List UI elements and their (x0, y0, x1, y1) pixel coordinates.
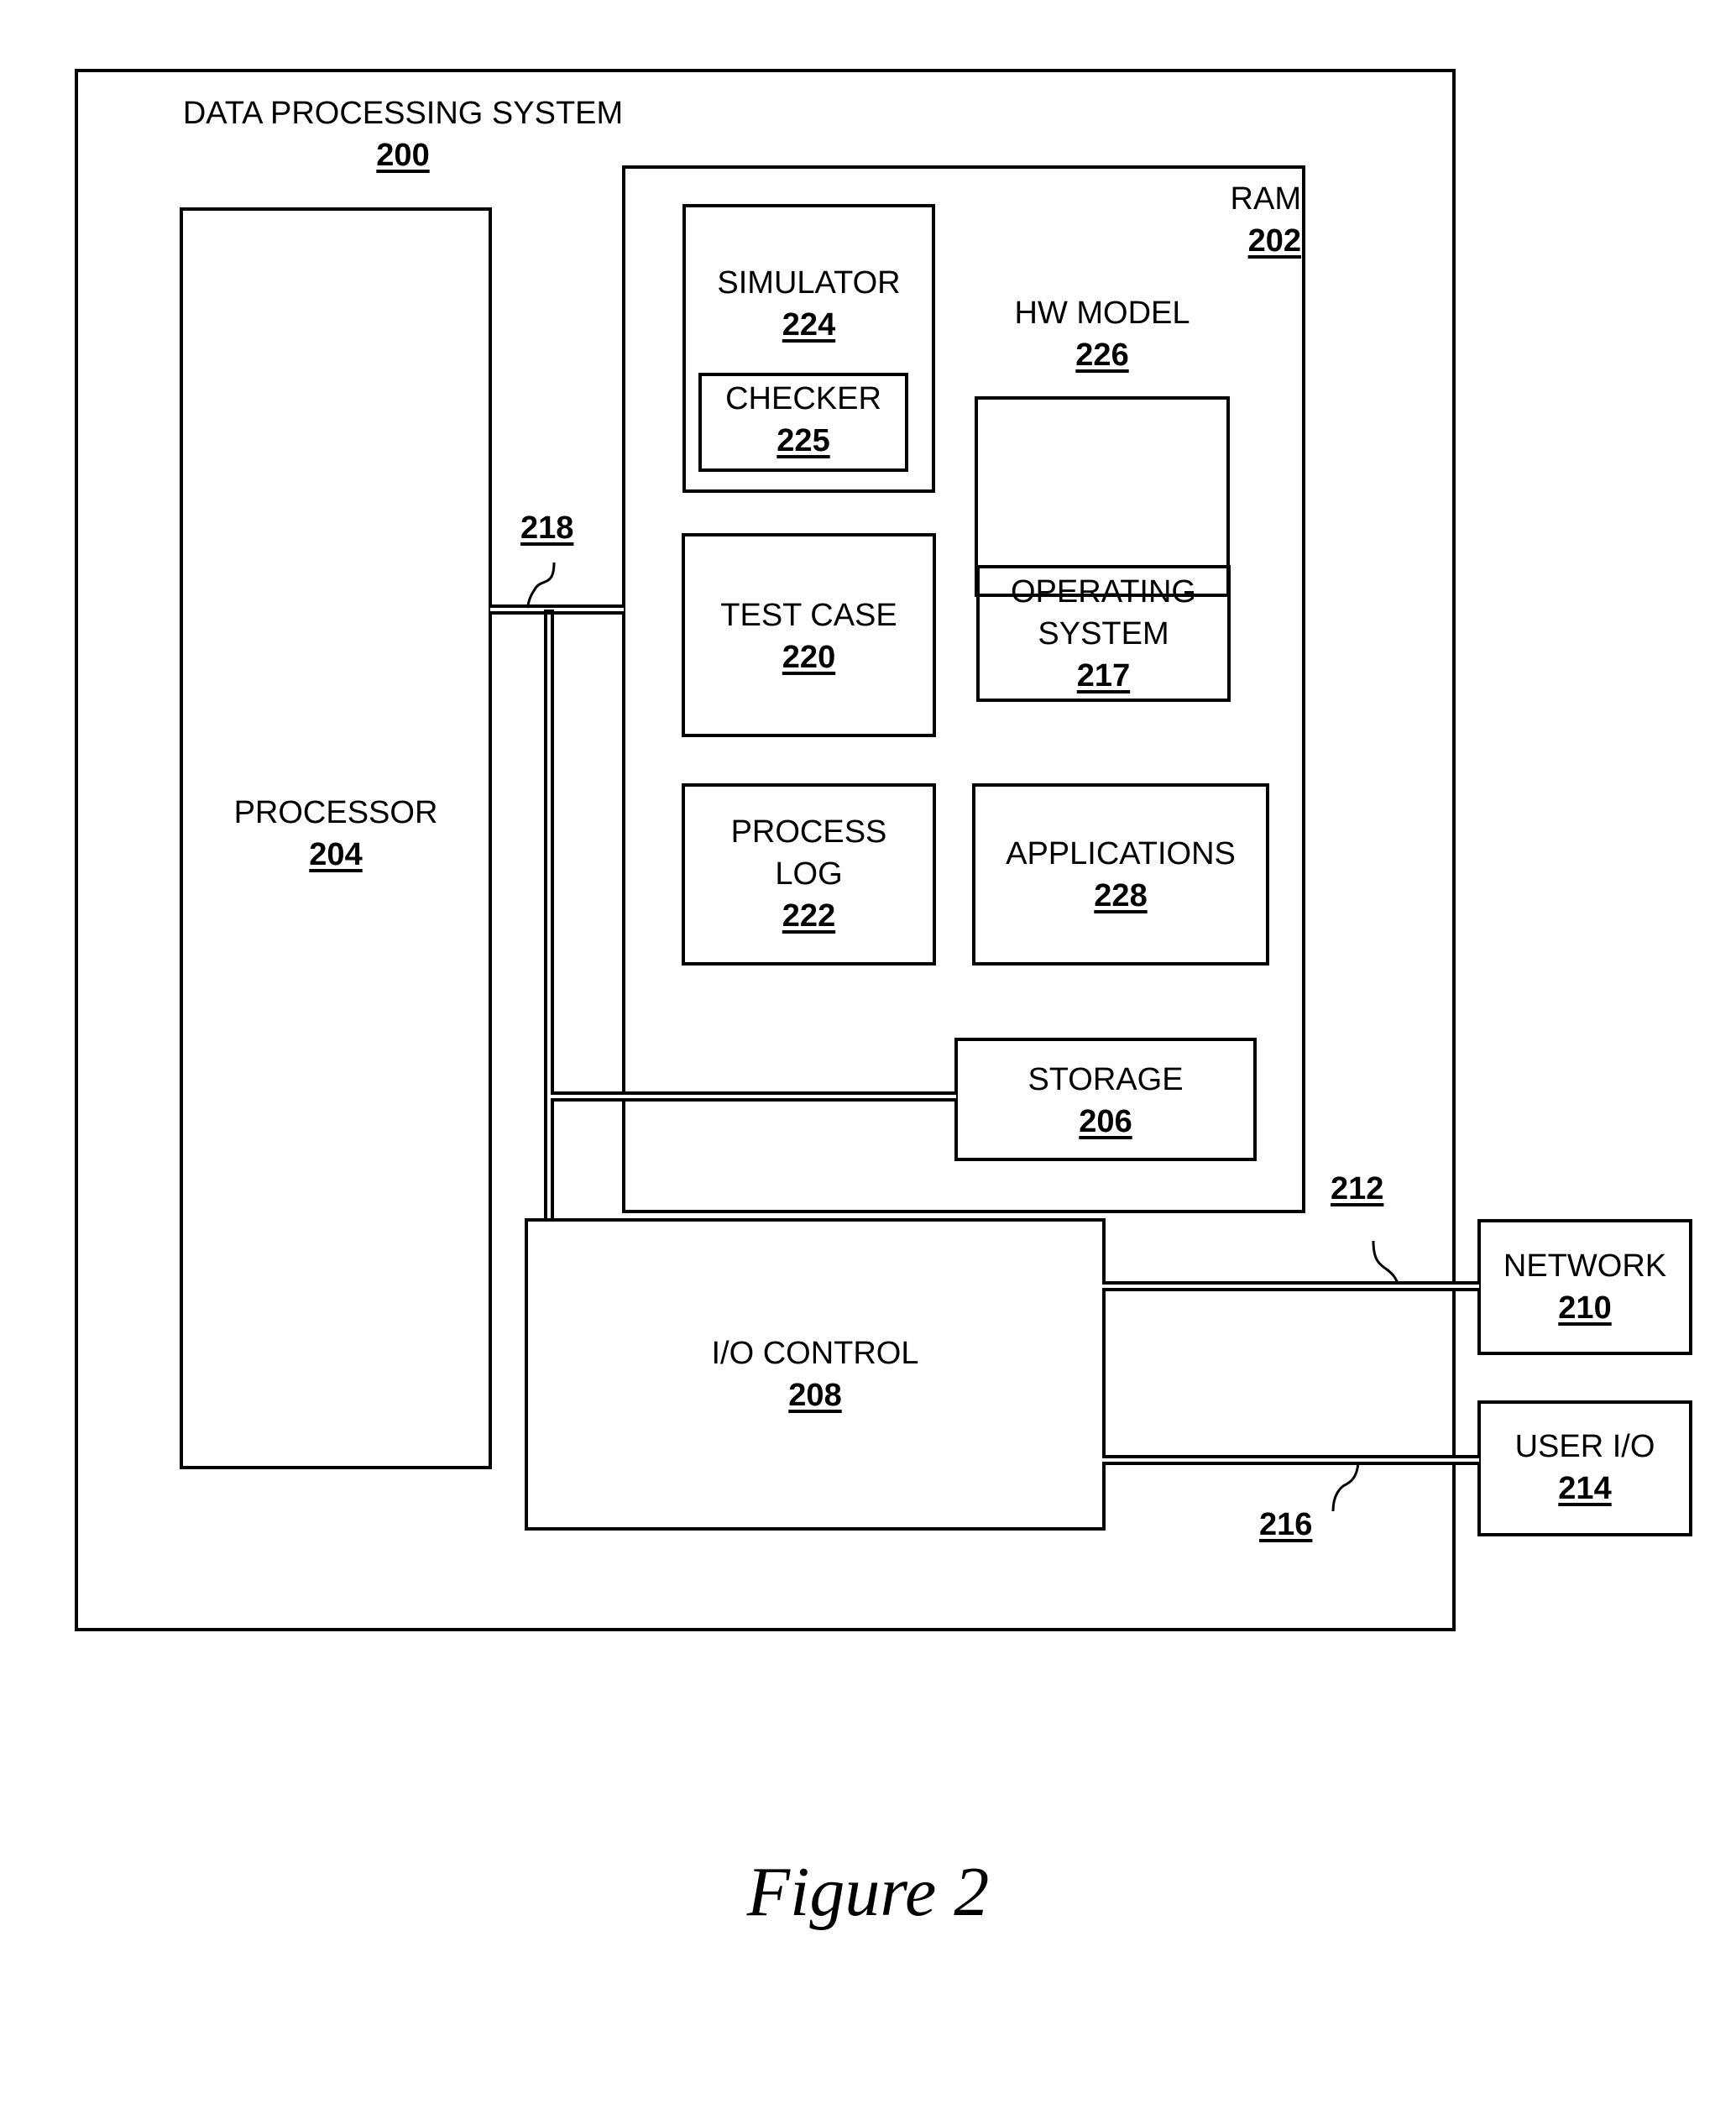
leader-216 (1331, 1463, 1360, 1512)
leader-218 (526, 562, 556, 609)
link-ref-216: 216 (1259, 1507, 1313, 1542)
bus-ref-218: 218 (520, 510, 574, 546)
leader-212 (1372, 1240, 1399, 1284)
leader-lines (526, 562, 1399, 1512)
figure-caption: Figure 2 (746, 1853, 990, 1931)
link-ref-212: 212 (1331, 1171, 1384, 1206)
